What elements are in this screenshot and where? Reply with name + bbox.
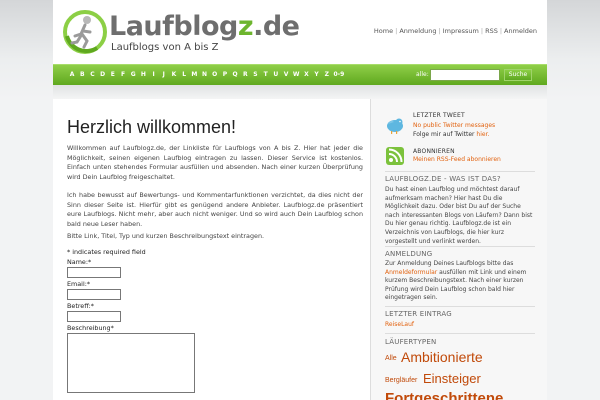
letter-q[interactable]: Q [230,71,240,78]
nav-rss[interactable]: RSS [485,27,498,35]
instruction-paragraph: Bitte Link, Titel, Typ und kurzen Beschr… [67,232,265,240]
letter-i[interactable]: I [149,71,159,78]
about-title: LAUFBLOGZ.DE - WAS IST DAS? [385,175,501,183]
description-label: Beschreibung* [67,324,114,332]
letter-u[interactable]: U [271,71,281,78]
nav-separator: | [395,27,398,35]
last-entry-link[interactable]: ReiseLauf [385,321,414,328]
letter-y[interactable]: Y [312,71,322,78]
signup-pre: Zur Anmeldung Deines Laufblogs bitte das [385,260,514,267]
required-note: * indicates required field [67,248,146,256]
nav-separator: | [438,27,441,35]
subscribe-title: ABONNIEREN [413,148,455,155]
sidebar-divider [385,306,535,307]
tag-fortgeschrittene[interactable]: Fortgeschrittene [385,390,503,400]
letter-r[interactable]: R [240,71,250,78]
tag-einsteiger[interactable]: Einsteiger [423,371,481,386]
twitter-follow-label: Folge mir auf Twitter [413,131,475,138]
tag-alle[interactable]: Alle [385,355,397,362]
brand-z: z [237,11,254,42]
letter-s[interactable]: S [250,71,260,78]
letter-l[interactable]: L [179,71,189,78]
letter-x[interactable]: X [301,71,311,78]
sidebar-divider [385,171,535,172]
tweet-text[interactable]: No public Twitter messages [413,122,495,129]
page-wrapper: Laufblogz.de Laufblogs von A bis Z Home |… [53,0,547,400]
letter-k[interactable]: K [169,71,179,78]
nav-separator: | [499,27,503,35]
search-button[interactable]: Suche [504,69,532,81]
nav-anmelden[interactable]: Anmelden [504,27,537,35]
twitter-follow-text: Folge mir auf Twitter hier. [413,131,489,138]
intro-paragraph: Willkommen auf Laufblogz.de, der Linklis… [67,144,363,181]
brand-tld: .de [253,11,300,42]
letter-t[interactable]: T [261,71,271,78]
description-textarea[interactable] [67,333,195,393]
name-label: Name:* [67,258,92,266]
signup-form-link[interactable]: Anmeldeformular [385,269,437,276]
main-content: Herzlich willkommen! Willkommen auf Lauf… [53,99,371,400]
twitter-bird-icon [387,118,403,134]
rss-feed-icon [386,147,404,165]
site-tagline: Laufblogs von A bis Z [111,42,219,53]
letter-o[interactable]: O [210,71,220,78]
letter-d[interactable]: D [98,71,108,78]
alphabet-letters: A B C D E F G H I J K L M N O P Q R S T U V W X Y Z 0-9 [67,71,346,78]
letter-e[interactable]: E [108,71,118,78]
twitter-follow-link[interactable]: hier. [476,131,489,138]
page-title: Herzlich willkommen! [67,117,237,137]
letter-g[interactable]: G [128,71,138,78]
subject-label: Betreff:* [67,302,94,310]
nav-impressum[interactable]: Impressum [443,27,479,35]
letter-v[interactable]: V [281,71,291,78]
letter-0-9[interactable]: 0-9 [332,71,346,78]
search-input[interactable] [430,69,500,81]
header-shadow [53,85,547,99]
name-field[interactable] [67,267,121,278]
sidebar-divider [385,246,535,247]
letter-m[interactable]: M [189,71,199,78]
alphabet-bar: A B C D E F G H I J K L M N O P Q R S T U V W X Y Z 0-9 alle: Such… [53,64,547,85]
signup-text: Zur Anmeldung Deines Laufblogs bitte das… [385,260,537,303]
signup-title: ANMELDUNG [385,250,433,258]
letter-z[interactable]: Z [322,71,332,78]
tag-berglaeufer[interactable]: Bergläufer [385,377,417,384]
sidebar-divider [385,333,535,334]
letter-n[interactable]: N [199,71,209,78]
nav-separator: | [480,27,484,35]
sidebar: LETZTER TWEET No public Twitter messages… [371,99,547,400]
alle-label[interactable]: alle: [416,71,429,78]
site-brand[interactable]: Laufblogz.de [109,11,300,42]
nav-anmeldung[interactable]: Anmeldung [399,27,436,35]
tweet-title: LETZTER TWEET [413,112,465,119]
about-text: Du hast einen Laufblog und möchtest dara… [385,186,533,245]
subscribe-link[interactable]: Meinen RSS-Feed abonnieren [413,156,501,163]
subject-field[interactable] [67,311,121,322]
email-label: Email:* [67,280,91,288]
top-navigation: Home | Anmeldung | Impressum | RSS | Anmelden [374,27,537,35]
last-entry-title: LETZTER EINTRAG [385,310,452,318]
letter-b[interactable]: B [77,71,87,78]
nav-home[interactable]: Home [374,27,393,35]
tag-ambitionierte[interactable]: Ambitionierte [401,349,483,365]
email-field[interactable] [67,289,121,300]
runner-types-title: LÄUFERTYPEN [385,338,437,346]
runner-logo-icon[interactable] [63,10,107,54]
site-header: Laufblogz.de Laufblogs von A bis Z Home |… [53,0,547,64]
letter-h[interactable]: H [138,71,148,78]
letter-p[interactable]: P [220,71,230,78]
letter-j[interactable]: J [159,71,169,78]
brand-main: Laufblog [109,11,238,42]
info-paragraph: Ich habe bewusst auf Bewertungs- und Kom… [67,191,363,228]
letter-w[interactable]: W [291,71,301,78]
letter-a[interactable]: A [67,71,77,78]
letter-c[interactable]: C [87,71,97,78]
letter-f[interactable]: F [118,71,128,78]
